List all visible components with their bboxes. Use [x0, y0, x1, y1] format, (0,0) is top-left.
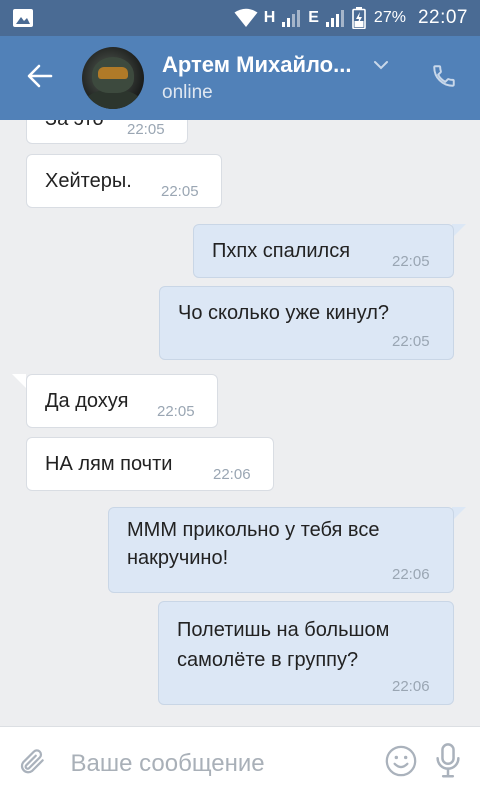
avatar[interactable]	[82, 47, 144, 109]
message-text: Чо сколько уже кинул?	[178, 302, 390, 324]
message-list[interactable]: За это 22:05 Хейтеры. 22:05 Пхпх спалилс…	[0, 120, 480, 726]
message-time: 22:05	[392, 253, 430, 270]
microphone-icon	[434, 743, 462, 784]
message-text: Полетишь на большом	[177, 619, 390, 641]
phone-icon	[431, 63, 457, 94]
message-incoming[interactable]: За это 22:05	[26, 120, 188, 144]
message-time: 22:05	[157, 403, 195, 420]
message-text: За это	[45, 120, 104, 133]
bubble-tail	[12, 374, 26, 388]
emoji-icon	[384, 744, 418, 783]
emoji-button[interactable]	[380, 727, 422, 800]
message-time: 22:05	[161, 183, 199, 200]
wifi-icon	[234, 8, 258, 28]
back-button[interactable]	[0, 36, 80, 120]
bubble-tail	[452, 507, 466, 521]
message-outgoing[interactable]: Пхпх спалился 22:05	[193, 224, 454, 278]
message-text: самолёте в группу?	[177, 649, 359, 671]
message-input[interactable]	[70, 749, 381, 778]
contact-info[interactable]: Артем Михайло... online	[162, 52, 414, 104]
signal-1-icon	[282, 9, 302, 27]
message-composer	[0, 726, 480, 800]
message-text: накручино!	[127, 547, 229, 569]
bubble-tail	[452, 224, 466, 238]
battery-icon	[352, 7, 366, 29]
mic-button[interactable]	[422, 727, 474, 800]
message-time: 22:06	[392, 678, 430, 695]
back-arrow-icon	[27, 64, 53, 93]
message-text: Хейтеры.	[45, 170, 132, 192]
message-text: НА лям почти	[45, 453, 173, 475]
clock: 22:07	[417, 7, 468, 28]
attach-button[interactable]	[0, 727, 64, 800]
message-text: Пхпх спалился	[212, 240, 351, 262]
call-button[interactable]	[414, 36, 474, 120]
message-text: Да дохуя	[45, 390, 129, 412]
message-outgoing[interactable]: Полетишь на большом самолёте в группу? 2…	[158, 601, 454, 705]
gallery-notification-icon	[12, 8, 34, 28]
message-outgoing[interactable]: Чо сколько уже кинул? 22:05	[159, 286, 454, 360]
network-type-2: E	[308, 9, 319, 26]
message-time: 22:06	[392, 566, 430, 583]
chat-header: Артем Михайло... online	[0, 36, 480, 120]
chevron-down-icon[interactable]	[373, 60, 389, 70]
message-time: 22:05	[127, 121, 165, 138]
status-bar: H E 27% 22:07	[0, 0, 480, 36]
message-incoming[interactable]: Да дохуя 22:05	[26, 374, 218, 428]
message-incoming[interactable]: НА лям почти 22:06	[26, 437, 274, 491]
contact-name: Артем Михайло...	[162, 52, 352, 77]
message-incoming[interactable]: Хейтеры. 22:05	[26, 154, 222, 208]
battery-percent: 27%	[373, 9, 406, 26]
contact-status: online	[162, 82, 213, 103]
paperclip-icon	[17, 745, 47, 782]
message-time: 22:06	[213, 466, 251, 483]
signal-2-icon	[325, 9, 346, 27]
message-outgoing[interactable]: МММ прикольно у тебя все накручино! 22:0…	[108, 507, 454, 593]
message-time: 22:05	[392, 333, 430, 350]
message-text: МММ прикольно у тебя все	[127, 519, 380, 541]
network-type-1: H	[263, 9, 276, 26]
